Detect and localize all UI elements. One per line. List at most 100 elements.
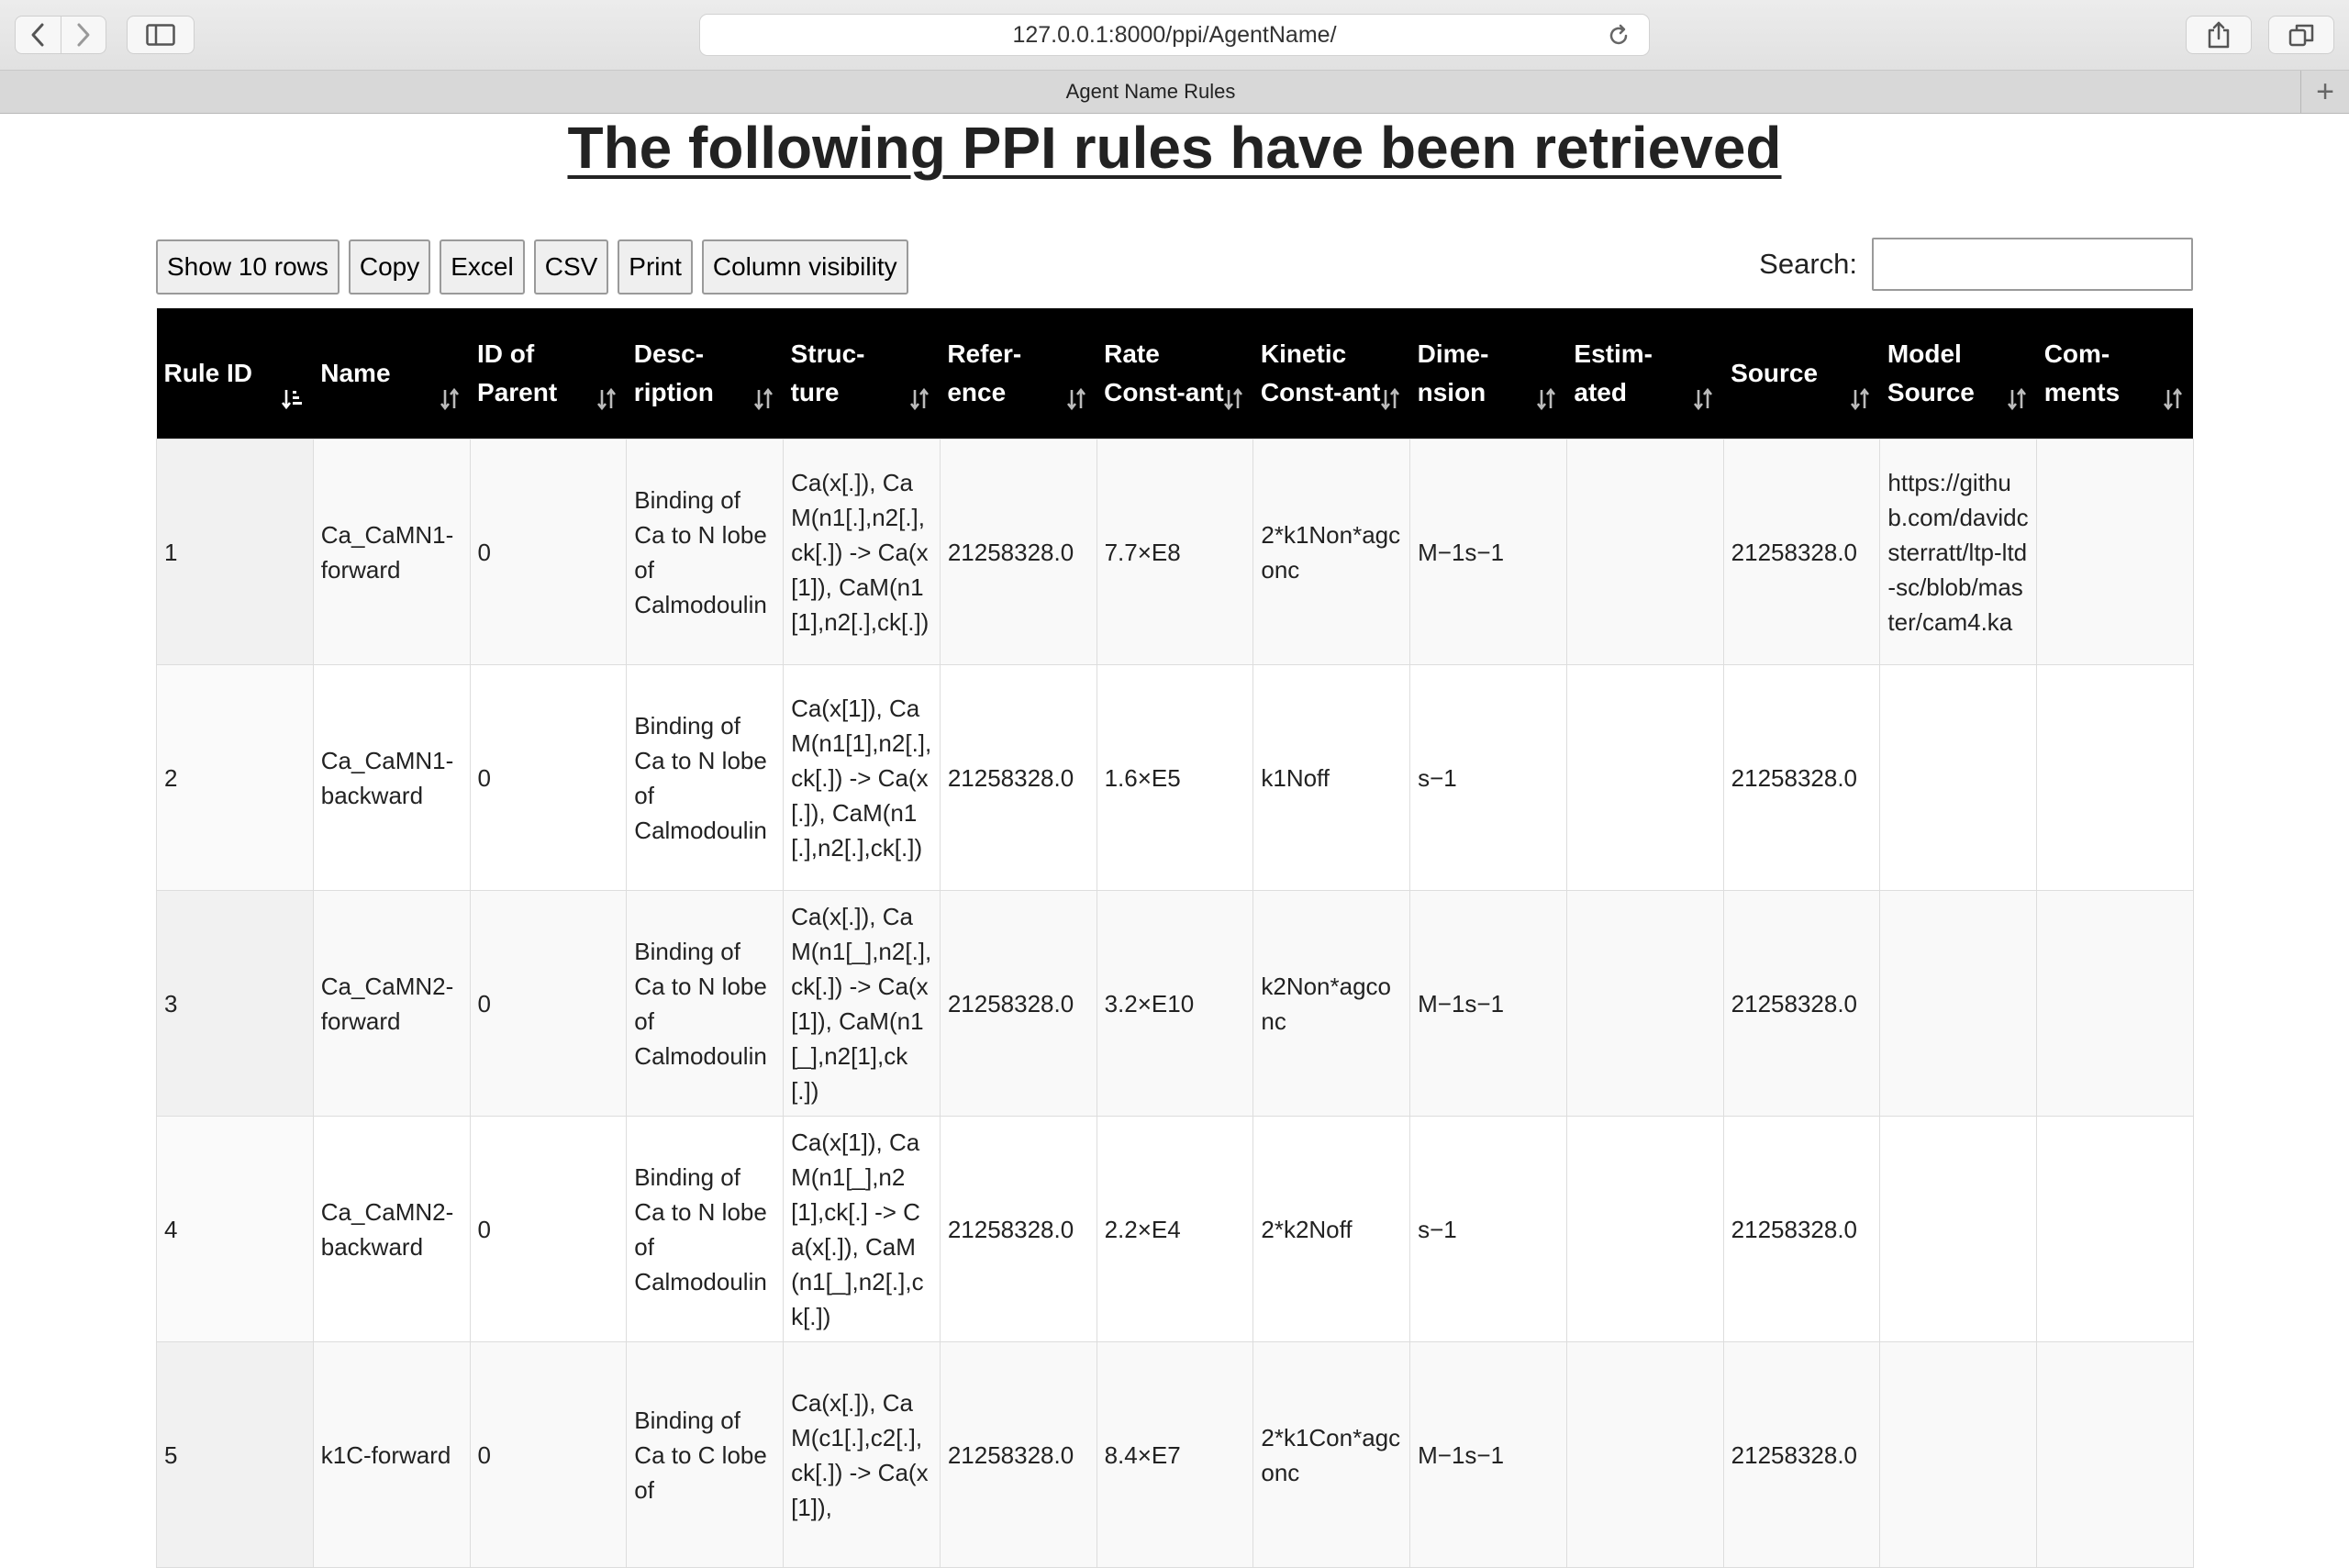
column-header[interactable]: Rate Const-ant [1097, 308, 1253, 439]
plus-icon: + [2316, 73, 2334, 109]
column-header[interactable]: Rule ID [156, 308, 314, 439]
column-header[interactable]: Dime-nsion [1409, 308, 1567, 439]
table-cell: 21258328.0 [939, 890, 1097, 1117]
table-cell: 21258328.0 [1722, 890, 1881, 1117]
sort-icon [439, 384, 461, 422]
column-header-label: Model Source [1887, 339, 1975, 406]
table-row: 2 Ca_CaMN1-backward 0 Binding of Ca to N lo… [156, 664, 2194, 891]
column-header[interactable]: Struc-ture [783, 308, 941, 439]
column-header[interactable]: Name [313, 308, 471, 439]
table-cell: 0 [469, 664, 628, 891]
table-cell: k1C-forward [312, 1341, 471, 1568]
sort-icon [2006, 384, 2028, 422]
column-header-label: Struc-ture [790, 339, 865, 406]
table-cell: 1.6×E5 [1096, 664, 1254, 891]
table-cell: 7.7×E8 [1096, 439, 1254, 665]
table-cell: Ca_CaMN2-forward [312, 890, 471, 1117]
table-row: 4 Ca_CaMN2-backward 0 Binding of Ca to N lo… [156, 1116, 2194, 1342]
table-cell [1565, 1341, 1724, 1568]
table-cell: Binding of Ca to N lobe of Calmodoulin [626, 439, 785, 665]
tab-overview-button[interactable] [2268, 16, 2334, 54]
column-visibility-button[interactable]: Column visibility [701, 239, 908, 295]
column-header[interactable]: Kinetic Const-ant [1252, 308, 1410, 439]
column-header-label: Source [1731, 359, 1819, 387]
column-header-label: ID of Parent [477, 339, 558, 406]
table-header-row: Rule ID Name ID of Parent Desc-ription Struc… [156, 308, 2194, 439]
show-rows-button[interactable]: Show 10 rows [156, 239, 340, 295]
share-icon [2208, 21, 2230, 49]
table-cell [1879, 890, 2038, 1117]
table-cell: s−1 [1409, 1116, 1567, 1342]
column-header[interactable]: Source [1723, 308, 1880, 439]
table-cell [2036, 439, 2194, 665]
table-cell: 2.2×E4 [1096, 1116, 1254, 1342]
column-header[interactable]: Model Source [1879, 308, 2037, 439]
column-header[interactable]: ID of Parent [470, 308, 627, 439]
table-cell: M−1s−1 [1409, 890, 1567, 1117]
tabs-icon [2288, 24, 2314, 47]
table-cell: 21258328.0 [1722, 439, 1881, 665]
table-cell: 0 [469, 1341, 628, 1568]
column-header[interactable]: Com-ments [2036, 308, 2194, 439]
address-bar[interactable]: 127.0.0.1:8000/ppi/AgentName/ [699, 14, 1650, 56]
table-cell: 2 [156, 664, 314, 891]
table-cell [1565, 664, 1724, 891]
table-cell: 0 [469, 439, 628, 665]
table-row: 1 Ca_CaMN1-forward 0 Binding of Ca to N lob… [156, 439, 2194, 665]
browser-toolbar: 127.0.0.1:8000/ppi/AgentName/ [0, 0, 2349, 71]
print-button[interactable]: Print [618, 239, 693, 295]
sort-icon [1849, 384, 1871, 422]
table-cell: 21258328.0 [1722, 1116, 1881, 1342]
column-header-label: Rule ID [163, 359, 252, 387]
sort-icon [1222, 384, 1244, 422]
column-header-label: Estim-ated [1574, 339, 1653, 406]
column-header[interactable]: Desc-ription [626, 308, 784, 439]
column-header-label: Desc-ription [633, 339, 714, 406]
sort-icon [596, 384, 618, 422]
column-header-label: Com-ments [2043, 339, 2121, 406]
search-area: Search: [1759, 238, 2193, 291]
sort-icon [1535, 384, 1557, 422]
table-cell: 5 [156, 1341, 314, 1568]
table-cell: 21258328.0 [939, 1341, 1097, 1568]
table-cell: Ca_CaMN1-forward [312, 439, 471, 665]
table-cell: 21258328.0 [939, 664, 1097, 891]
table-cell: Ca(x[1]), CaM(n1[_],n2[1],ck[.] -> Ca(x[… [783, 1116, 941, 1342]
table-cell: M−1s−1 [1409, 439, 1567, 665]
table-cell: 0 [469, 1116, 628, 1342]
search-input[interactable] [1872, 238, 2193, 291]
tab-title-label: Agent Name Rules [1065, 80, 1236, 103]
sidebar-toggle-button[interactable] [127, 16, 195, 54]
url-text: 127.0.0.1:8000/ppi/AgentName/ [1012, 21, 1337, 48]
table-cell: 21258328.0 [939, 1116, 1097, 1342]
table-cell: 21258328.0 [1722, 664, 1881, 891]
table-cell [2036, 890, 2194, 1117]
table-cell: 3 [156, 890, 314, 1117]
tab-agent-name-rules[interactable]: Agent Name Rules [0, 71, 2301, 113]
table-cell: k2Non*agconc [1252, 890, 1411, 1117]
reload-icon[interactable] [1607, 24, 1631, 48]
table-cell: 4 [156, 1116, 314, 1342]
back-button[interactable] [16, 17, 61, 53]
sort-ascending-icon [280, 384, 304, 422]
new-tab-button[interactable]: + [2300, 71, 2349, 113]
share-button[interactable] [2186, 16, 2252, 54]
sort-icon [908, 384, 930, 422]
column-header[interactable]: Estim-ated [1566, 308, 1724, 439]
forward-button[interactable] [60, 17, 106, 53]
sidebar-icon [146, 24, 175, 46]
sort-icon [1065, 384, 1087, 422]
table-row: 3 Ca_CaMN2-forward 0 Binding of Ca to N lob… [156, 890, 2194, 1117]
copy-button[interactable]: Copy [348, 239, 431, 295]
excel-button[interactable]: Excel [440, 239, 525, 295]
chevron-right-icon [77, 23, 90, 47]
table-cell: k1Noff [1252, 664, 1411, 891]
table-cell [1879, 664, 2038, 891]
column-header-label: Refer-ence [947, 339, 1022, 406]
rules-table: Rule ID Name ID of Parent Desc-ription Struc… [156, 308, 2194, 1568]
csv-button[interactable]: CSV [533, 239, 609, 295]
search-label: Search: [1759, 248, 1857, 280]
table-cell: https://github.com/davidcsterratt/ltp-lt… [1879, 439, 2038, 665]
table-cell [1879, 1116, 2038, 1342]
column-header[interactable]: Refer-ence [940, 308, 1097, 439]
